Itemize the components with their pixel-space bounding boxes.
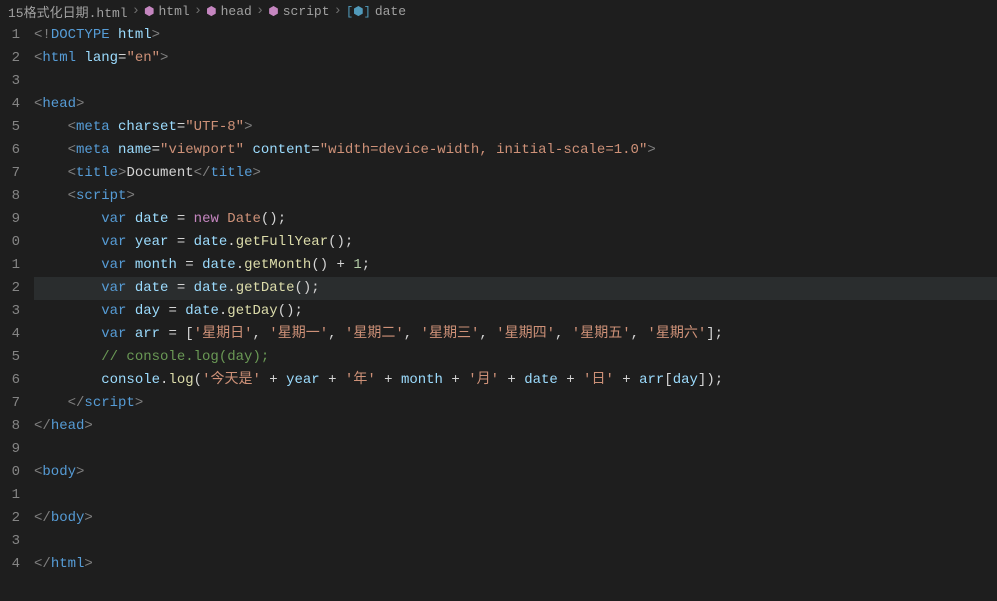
breadcrumb-label: head — [221, 4, 252, 19]
code-line[interactable] — [34, 438, 997, 461]
line-number: 8 — [0, 415, 20, 438]
line-number: 6 — [0, 139, 20, 162]
line-number: 5 — [0, 116, 20, 139]
code-line[interactable]: <!DOCTYPE html> — [34, 24, 997, 47]
line-number-gutter: 1 2 3 4 5 6 7 8 9 0 1 2 3 4 5 6 7 8 9 0 … — [0, 22, 34, 601]
code-line[interactable]: // console.log(day); — [34, 346, 997, 369]
code-line[interactable]: console.log('今天是' + year + '年' + month +… — [34, 369, 997, 392]
code-line[interactable]: </head> — [34, 415, 997, 438]
line-number: 7 — [0, 392, 20, 415]
line-number: 6 — [0, 369, 20, 392]
code-line[interactable]: var year = date.getFullYear(); — [34, 231, 997, 254]
code-line[interactable]: </body> — [34, 507, 997, 530]
line-number: 3 — [0, 530, 20, 553]
breadcrumb-node-head[interactable]: ⬢ head — [206, 4, 252, 19]
code-area[interactable]: <!DOCTYPE html> <html lang="en"> <head> … — [34, 22, 997, 601]
code-line[interactable]: <body> — [34, 461, 997, 484]
line-number: 2 — [0, 277, 20, 300]
code-line[interactable] — [34, 70, 997, 93]
line-number: 3 — [0, 300, 20, 323]
line-number: 9 — [0, 208, 20, 231]
breadcrumb-label: html — [159, 4, 190, 19]
code-line[interactable]: </script> — [34, 392, 997, 415]
code-line[interactable]: <html lang="en"> — [34, 47, 997, 70]
code-line[interactable]: <head> — [34, 93, 997, 116]
line-number: 4 — [0, 93, 20, 116]
code-line[interactable]: <title>Document</title> — [34, 162, 997, 185]
breadcrumb[interactable]: 15格式化日期.html › ⬢ html › ⬢ head › ⬢ script ›… — [0, 0, 997, 22]
chevron-right-icon: › — [132, 3, 140, 19]
line-number: 5 — [0, 346, 20, 369]
breadcrumb-label: script — [283, 4, 330, 19]
line-number: 1 — [0, 254, 20, 277]
code-line[interactable] — [34, 530, 997, 553]
code-editor[interactable]: 1 2 3 4 5 6 7 8 9 0 1 2 3 4 5 6 7 8 9 0 … — [0, 22, 997, 601]
code-line[interactable]: <meta name="viewport" content="width=dev… — [34, 139, 997, 162]
breadcrumb-label: date — [375, 4, 406, 19]
code-line[interactable]: var date = new Date(); — [34, 208, 997, 231]
chevron-right-icon: › — [256, 3, 264, 19]
breadcrumb-node-html[interactable]: ⬢ html — [144, 4, 190, 19]
line-number: 1 — [0, 484, 20, 507]
breadcrumb-file[interactable]: 15格式化日期.html — [8, 2, 128, 21]
breadcrumb-node-script[interactable]: ⬢ script — [268, 4, 329, 19]
code-line[interactable]: var date = date.getDate(); — [34, 277, 997, 300]
code-line[interactable]: <meta charset="UTF-8"> — [34, 116, 997, 139]
code-line[interactable]: var arr = ['星期日', '星期一', '星期二', '星期三', '… — [34, 323, 997, 346]
line-number: 0 — [0, 231, 20, 254]
line-number: 3 — [0, 70, 20, 93]
code-line[interactable] — [34, 484, 997, 507]
line-number: 4 — [0, 553, 20, 576]
code-line[interactable]: </html> — [34, 553, 997, 576]
line-number: 8 — [0, 185, 20, 208]
cube-icon: ⬢ — [144, 4, 154, 19]
cube-icon: ⬢ — [206, 4, 216, 19]
line-number: 1 — [0, 24, 20, 47]
cube-icon: ⬢ — [268, 4, 278, 19]
breadcrumb-node-var[interactable]: [⬢] date — [346, 4, 406, 19]
line-number: 2 — [0, 507, 20, 530]
line-number: 2 — [0, 47, 20, 70]
chevron-right-icon: › — [194, 3, 202, 19]
variable-icon: [⬢] — [346, 4, 371, 19]
code-line[interactable]: <script> — [34, 185, 997, 208]
line-number: 7 — [0, 162, 20, 185]
code-line[interactable]: var month = date.getMonth() + 1; — [34, 254, 997, 277]
line-number: 4 — [0, 323, 20, 346]
line-number: 0 — [0, 461, 20, 484]
code-line[interactable]: var day = date.getDay(); — [34, 300, 997, 323]
line-number: 9 — [0, 438, 20, 461]
chevron-right-icon: › — [334, 3, 342, 19]
